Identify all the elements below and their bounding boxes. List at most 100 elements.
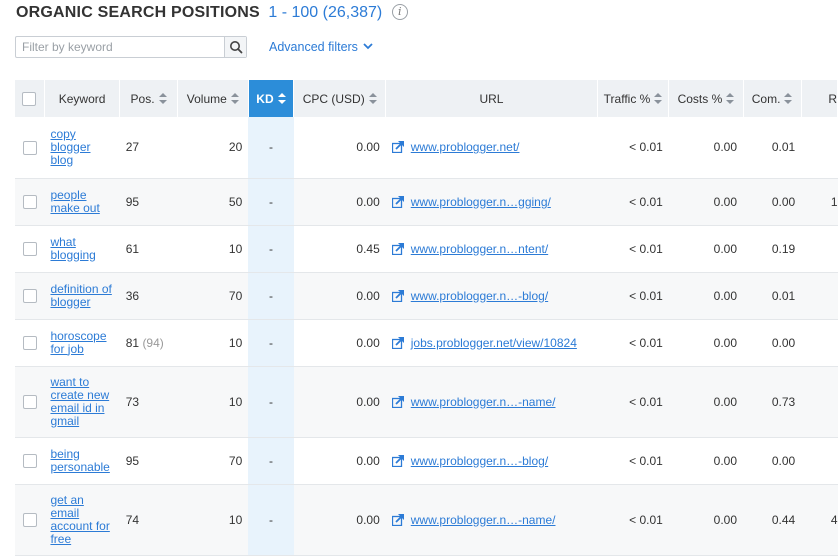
pos-cell: 27 xyxy=(119,117,178,179)
extra-cell xyxy=(801,319,838,367)
row-select-cell xyxy=(15,319,45,367)
external-link-icon[interactable] xyxy=(391,336,404,349)
kd-cell: - xyxy=(248,225,294,273)
external-link-icon[interactable] xyxy=(391,195,404,208)
volume-cell: 10 xyxy=(177,225,249,273)
row-checkbox[interactable] xyxy=(22,288,37,303)
col-volume[interactable]: Volume xyxy=(177,80,249,117)
keyword-link[interactable]: horoscope for job xyxy=(50,329,113,356)
url-cell: www.problogger.n…ntent/ xyxy=(385,225,598,273)
info-icon[interactable]: i xyxy=(391,4,408,20)
external-link-icon[interactable] xyxy=(391,454,404,467)
url-link[interactable]: www.problogger.n…ntent/ xyxy=(411,242,548,256)
costs-cell: 0.00 xyxy=(668,225,743,273)
col-pos[interactable]: Pos. xyxy=(119,80,178,117)
col-keyword[interactable]: Keyword xyxy=(44,80,121,117)
row-checkbox[interactable] xyxy=(22,241,37,256)
keyword-link[interactable]: definition of blogger xyxy=(50,282,113,309)
volume-cell: 70 xyxy=(177,437,249,485)
keyword-link[interactable]: people make out xyxy=(50,188,113,215)
table-row: definition of blogger 36 70-0.00 www.probl… xyxy=(15,272,838,320)
row-checkbox[interactable] xyxy=(22,335,37,350)
keyword-link[interactable]: get an email account for free xyxy=(50,493,113,546)
traffic-cell: < 0.01 xyxy=(597,437,669,485)
url-link[interactable]: www.problogger.net/ xyxy=(411,140,520,154)
keyword-cell: being personable xyxy=(44,437,120,485)
kd-cell: - xyxy=(248,437,294,485)
pos-value: 73 xyxy=(125,394,140,409)
table-row: copy blogger blog 27 20-0.00 www.problogge… xyxy=(15,117,838,179)
col-traffic[interactable]: Traffic % xyxy=(597,80,670,117)
kd-cell: - xyxy=(248,117,294,179)
keyword-link[interactable]: want to create new email id in gmail xyxy=(50,375,113,428)
url-link[interactable]: www.problogger.n…-blog/ xyxy=(411,289,548,303)
sort-icon xyxy=(784,92,793,104)
sort-icon xyxy=(277,92,286,104)
external-link-icon[interactable] xyxy=(391,289,404,302)
url-cell: www.problogger.net/ xyxy=(385,117,598,179)
row-select-cell xyxy=(15,225,45,273)
extra-cell xyxy=(801,437,838,485)
col-extra[interactable]: R xyxy=(801,80,838,117)
keyword-cell: people make out xyxy=(44,178,120,226)
col-com[interactable]: Com. xyxy=(743,80,802,117)
col-costs[interactable]: Costs % xyxy=(668,80,744,117)
col-url: URL xyxy=(385,80,598,117)
row-checkbox[interactable] xyxy=(22,394,37,409)
pos-cell: 95 xyxy=(119,437,178,485)
page-title: ORGANIC SEARCH POSITIONS xyxy=(16,4,260,21)
volume-cell: 50 xyxy=(177,178,249,226)
sort-icon xyxy=(654,92,663,104)
keyword-link[interactable]: what blogging xyxy=(50,235,113,262)
costs-cell: 0.00 xyxy=(668,437,743,485)
sort-icon xyxy=(158,92,167,104)
cpc-cell: 0.00 xyxy=(293,484,386,556)
row-checkbox[interactable] xyxy=(22,453,37,468)
com-cell: 0.00 xyxy=(743,319,802,367)
col-kd[interactable]: KD xyxy=(248,80,295,117)
table-row: get an email account for free 74 10-0.00 w… xyxy=(15,484,838,556)
kd-cell: - xyxy=(248,484,294,556)
costs-cell: 0.00 xyxy=(668,366,743,438)
cpc-cell: 0.45 xyxy=(293,225,386,273)
extra-cell xyxy=(801,366,838,438)
traffic-cell: < 0.01 xyxy=(597,484,669,556)
table-row: what blogging 61 10-0.45 www.problogger.n…… xyxy=(15,225,838,273)
costs-cell: 0.00 xyxy=(668,319,743,367)
col-cpc[interactable]: CPC (USD) xyxy=(293,80,387,117)
col-costs-label: Costs % xyxy=(677,91,723,106)
page-header: ORGANIC SEARCH POSITIONS 1 - 100 (26,387… xyxy=(16,4,408,24)
url-link[interactable]: jobs.problogger.net/view/10824 xyxy=(411,336,577,350)
com-cell: 0.73 xyxy=(743,366,802,438)
extra-cell xyxy=(801,272,838,320)
url-link[interactable]: www.problogger.n…-name/ xyxy=(411,513,556,527)
external-link-icon[interactable] xyxy=(391,141,404,154)
url-link[interactable]: www.problogger.n…-name/ xyxy=(411,395,556,409)
cpc-cell: 0.00 xyxy=(293,319,386,367)
keyword-link[interactable]: being personable xyxy=(50,447,113,474)
row-checkbox[interactable] xyxy=(22,140,37,155)
external-link-icon[interactable] xyxy=(391,395,404,408)
pos-value: 36 xyxy=(125,288,140,303)
costs-cell: 0.00 xyxy=(668,117,743,179)
url-cell: www.problogger.n…gging/ xyxy=(385,178,598,226)
com-cell: 0.00 xyxy=(743,437,802,485)
kd-cell: - xyxy=(248,366,294,438)
table-header-row: Keyword Pos. Volume KD CPC (USD) URL Tra… xyxy=(15,80,838,117)
select-all-checkbox[interactable] xyxy=(22,91,37,106)
url-link[interactable]: www.problogger.n…gging/ xyxy=(411,195,551,209)
search-button[interactable] xyxy=(224,37,246,57)
external-link-icon[interactable] xyxy=(391,242,404,255)
external-link-icon[interactable] xyxy=(391,513,404,526)
sort-icon xyxy=(368,92,377,104)
keyword-filter-input[interactable] xyxy=(16,37,224,57)
keyword-link[interactable]: copy blogger blog xyxy=(50,127,113,167)
row-checkbox[interactable] xyxy=(22,512,37,527)
pos-cell: 61 xyxy=(119,225,178,273)
advanced-filters-toggle[interactable]: Advanced filters xyxy=(269,40,374,54)
sort-icon xyxy=(230,92,239,104)
row-checkbox[interactable] xyxy=(22,194,37,209)
url-link[interactable]: www.problogger.n…-blog/ xyxy=(411,454,548,468)
com-cell: 0.44 xyxy=(743,484,802,556)
url-cell: www.problogger.n…-name/ xyxy=(385,366,598,438)
